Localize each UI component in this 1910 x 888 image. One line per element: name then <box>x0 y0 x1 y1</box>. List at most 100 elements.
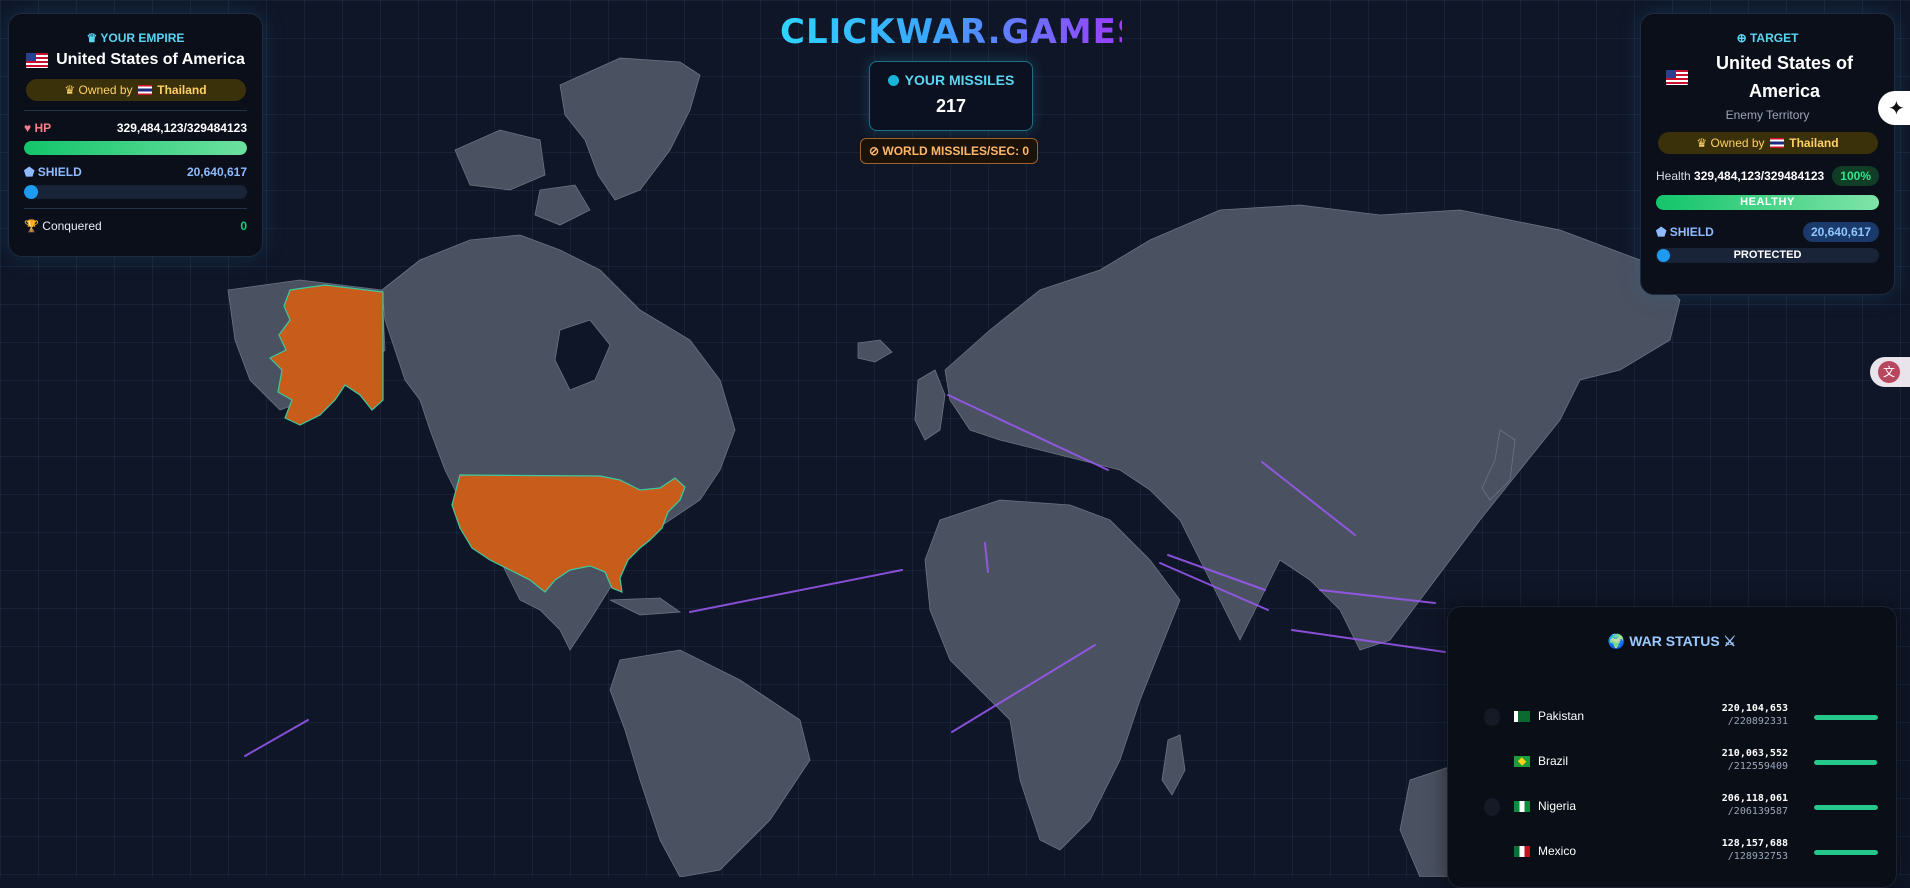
war-row-max: /128932753 <box>1727 851 1788 862</box>
war-row-bar <box>1814 715 1878 720</box>
war-status-title: WAR STATUS <box>1629 633 1720 649</box>
war-row-country: Nigeria <box>1538 799 1577 813</box>
health-value: 329,484,123/329484123 <box>1694 169 1825 183</box>
land-canada-arctic-2 <box>534 184 591 226</box>
owner-name: Thailand <box>1789 136 1839 150</box>
shield-status-bar: PROTECTED <box>1656 248 1879 263</box>
crown-small-icon: ♛ <box>1696 136 1711 150</box>
land-greenland <box>559 57 701 201</box>
empire-header: YOUR EMPIRE <box>100 31 185 45</box>
sparkle-button[interactable]: ✦ <box>1878 91 1910 125</box>
conquered-value: 0 <box>240 219 247 233</box>
empire-owned-badge: ♛ Owned by Thailand <box>25 79 246 101</box>
conquered-label: Conquered <box>42 219 102 233</box>
war-row-max: /212559409 <box>1727 761 1788 772</box>
mexico-flag-icon <box>1514 846 1530 857</box>
shield-value: 20,640,617 <box>186 165 247 179</box>
war-row-bar <box>1814 850 1878 855</box>
world-missile-rate-label: WORLD MISSILES/SEC: 0 <box>882 144 1030 158</box>
war-row-bar-fill <box>1814 850 1878 855</box>
land-north-america <box>381 234 736 651</box>
divider <box>24 208 247 209</box>
war-status-panel: 🌍 WAR STATUS ⚔ Pakistan 220,104,653/2208… <box>1447 606 1897 888</box>
crown-small-icon: ♛ <box>64 83 79 97</box>
health-label: Health <box>1656 169 1691 183</box>
war-row-bar-fill <box>1814 805 1878 810</box>
hp-bar <box>24 141 247 155</box>
war-row-hp: 210,063,552 <box>1721 748 1788 759</box>
health-status-bar: HEALTHY <box>1656 195 1879 210</box>
nigeria-flag-icon <box>1514 801 1530 812</box>
shield-icon <box>1484 798 1500 816</box>
war-row-country: Mexico <box>1538 844 1577 858</box>
war-row-country: Brazil <box>1538 754 1569 768</box>
empire-panel: ♛ YOUR EMPIRE United States of America ♛… <box>8 13 263 257</box>
war-row-max: /206139587 <box>1727 806 1788 817</box>
divider <box>24 110 247 111</box>
usa-flag-icon <box>1665 69 1688 85</box>
world-missile-rate: ⊘ WORLD MISSILES/SEC: 0 <box>860 138 1039 164</box>
shield-bar-fill <box>24 185 38 199</box>
war-row-bar-fill <box>1814 715 1878 720</box>
trophy-icon: 🏆 <box>24 219 43 233</box>
owner-name: Thailand <box>157 83 207 97</box>
hp-value: 329,484,123/329484123 <box>116 121 247 135</box>
hp-label: HP <box>34 121 52 135</box>
land-canada-arctic <box>454 129 546 191</box>
shield-icon: ⬟ <box>24 165 38 179</box>
target-country: United States of America <box>1715 53 1853 101</box>
globe-icon: 🌍 <box>1607 633 1630 649</box>
land-caribbean <box>609 597 682 616</box>
shield-icon <box>1484 708 1500 726</box>
war-row[interactable]: Brazil 210,063,552/212559409 <box>1478 744 1878 780</box>
no-rocket-icon: ⊘ <box>869 144 883 158</box>
usa-flag-icon <box>26 52 49 68</box>
thailand-flag-icon <box>1769 138 1784 148</box>
war-row-bar-fill <box>1814 760 1878 765</box>
empire-country: United States of America <box>56 51 245 68</box>
target-owned-badge: ♛ Owned by Thailand <box>1657 132 1878 154</box>
thailand-flag-icon <box>137 85 152 95</box>
shield-icon: ⬟ <box>1656 225 1670 239</box>
land-africa <box>924 499 1181 851</box>
target-panel: ⊕ TARGET United States of America Enemy … <box>1640 13 1895 295</box>
missile-dot-icon <box>887 75 899 86</box>
target-header: TARGET <box>1749 31 1799 45</box>
target-subtitle: Enemy Territory <box>1725 108 1810 122</box>
shield-label: SHIELD <box>37 165 82 179</box>
crossed-swords-icon: ⚔ <box>1719 633 1737 649</box>
owned-prefix: Owned by <box>78 83 133 97</box>
war-row[interactable]: Mexico 128,157,688/128932753 <box>1478 834 1878 870</box>
land-madagascar <box>1161 734 1186 796</box>
missile-label: YOUR MISSILES <box>904 72 1015 88</box>
war-row-hp: 206,118,061 <box>1721 793 1788 804</box>
missile-count: 217 <box>935 96 967 116</box>
missile-trail <box>244 719 309 757</box>
war-row-hp: 128,157,688 <box>1721 838 1788 849</box>
target-shield-value: 20,640,617 <box>1802 222 1879 242</box>
brazil-flag-icon <box>1514 756 1530 767</box>
hp-bar-fill <box>24 141 247 155</box>
war-row-hp: 220,104,653 <box>1721 703 1788 714</box>
war-row-bar <box>1814 805 1878 810</box>
war-row[interactable]: Nigeria 206,118,061/206139587 <box>1478 789 1878 825</box>
missile-trail <box>689 569 903 613</box>
sparkle-icon: ✦ <box>1888 98 1905 120</box>
land-uk <box>914 369 946 441</box>
missile-counter: YOUR MISSILES 217 <box>869 61 1033 131</box>
crosshair-icon: ⊕ <box>1736 31 1750 45</box>
war-row-bar <box>1814 760 1878 765</box>
health-percent-badge: 100% <box>1832 166 1879 186</box>
land-iceland <box>857 339 893 363</box>
war-row-max: /220892331 <box>1727 716 1788 727</box>
war-row[interactable]: Pakistan 220,104,653/220892331 <box>1478 699 1878 735</box>
target-shield-label: SHIELD <box>1669 225 1714 239</box>
translate-button[interactable]: 文 <box>1870 357 1910 387</box>
pakistan-flag-icon <box>1514 711 1530 722</box>
crown-icon: ♛ <box>86 31 101 45</box>
owned-prefix: Owned by <box>1710 136 1765 150</box>
game-logo: CLICKWAR.GAMES <box>780 12 1143 52</box>
heart-shield-icon: ♥ <box>24 121 35 135</box>
war-row-country: Pakistan <box>1538 709 1585 723</box>
shield-bar <box>24 185 247 199</box>
